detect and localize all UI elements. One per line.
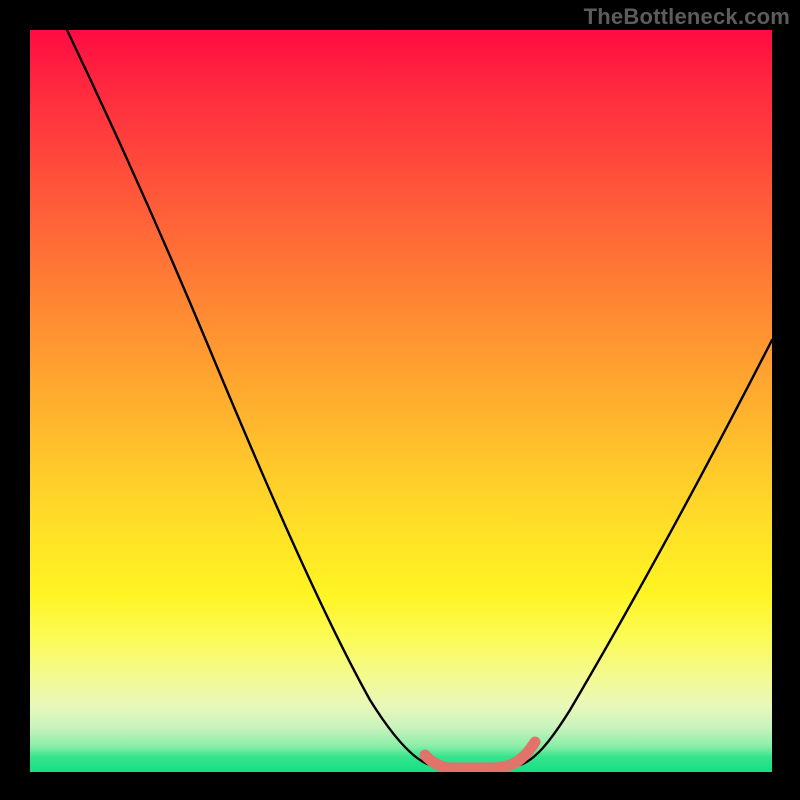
curve-layer [30,30,772,772]
optimal-band-right [492,742,535,768]
plot-area [30,30,772,772]
chart-frame: TheBottleneck.com [0,0,800,800]
bottleneck-curve [67,30,772,768]
optimal-band-left [425,755,462,768]
watermark-text: TheBottleneck.com [584,4,790,30]
